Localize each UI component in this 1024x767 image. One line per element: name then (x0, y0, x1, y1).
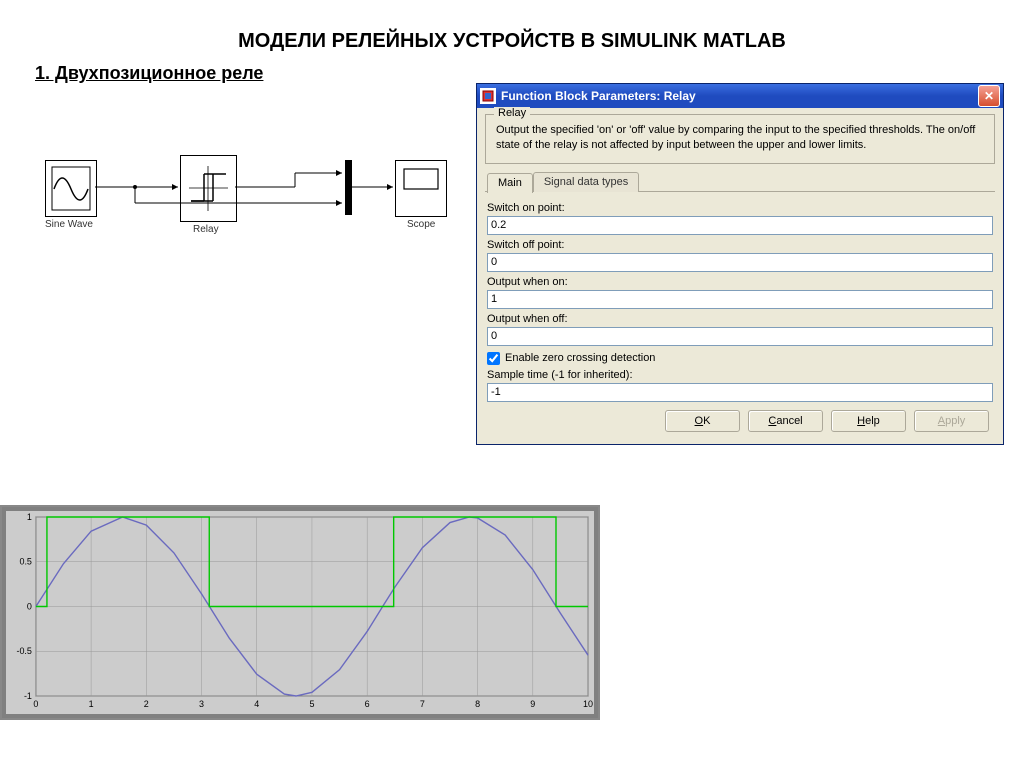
svg-text:-1: -1 (24, 691, 32, 701)
output-on-label: Output when on: (487, 276, 993, 288)
scope-block[interactable] (395, 160, 447, 217)
ok-button[interactable]: OK (665, 410, 740, 432)
switch-off-label: Switch off point: (487, 239, 993, 251)
groupbox-title: Relay (494, 107, 530, 119)
svg-text:0: 0 (33, 699, 38, 709)
svg-text:7: 7 (420, 699, 425, 709)
close-button[interactable]: ✕ (978, 85, 1000, 107)
close-icon: ✕ (984, 89, 994, 103)
tab-panel-main: Switch on point: Switch off point: Outpu… (485, 191, 995, 404)
svg-text:1: 1 (89, 699, 94, 709)
switch-on-label: Switch on point: (487, 202, 993, 214)
simulink-icon (480, 88, 496, 104)
tab-signal-data-types[interactable]: Signal data types (533, 172, 639, 192)
page-subtitle: 1. Двухпозиционное реле (0, 63, 1024, 84)
sample-time-label: Sample time (-1 for inherited): (487, 369, 993, 381)
sample-time-input[interactable] (487, 383, 993, 402)
simulink-diagram: Sine Wave Relay Scope (35, 135, 465, 295)
relay-block[interactable] (180, 155, 237, 222)
svg-text:2: 2 (144, 699, 149, 709)
svg-text:0.5: 0.5 (19, 557, 31, 567)
zero-crossing-checkbox[interactable] (487, 352, 500, 365)
svg-text:3: 3 (199, 699, 204, 709)
dialog-title: Function Block Parameters: Relay (501, 89, 696, 103)
relay-description: Output the specified 'on' or 'off' value… (496, 123, 984, 153)
output-off-label: Output when off: (487, 313, 993, 325)
svg-text:4: 4 (254, 699, 259, 709)
tab-main[interactable]: Main (487, 173, 533, 193)
switch-off-input[interactable] (487, 253, 993, 272)
relay-parameters-dialog: Function Block Parameters: Relay ✕ Relay… (476, 83, 1004, 445)
mux-block[interactable] (345, 160, 352, 215)
sine-wave-label: Sine Wave (45, 219, 93, 230)
svg-text:9: 9 (530, 699, 535, 709)
svg-text:8: 8 (475, 699, 480, 709)
relay-label: Relay (193, 224, 219, 235)
apply-button[interactable]: Apply (914, 410, 989, 432)
tab-bar: Main Signal data types (487, 172, 995, 192)
output-off-input[interactable] (487, 327, 993, 346)
sine-wave-block[interactable] (45, 160, 97, 217)
svg-text:-0.5: -0.5 (16, 646, 31, 656)
output-on-input[interactable] (487, 290, 993, 309)
svg-text:10: 10 (583, 699, 593, 709)
page-title: МОДЕЛИ РЕЛЕЙНЫХ УСТРОЙСТВ В SIMULINK MAT… (0, 0, 1024, 63)
cancel-button[interactable]: Cancel (748, 410, 823, 432)
relay-description-group: Relay Output the specified 'on' or 'off'… (485, 114, 995, 164)
dialog-titlebar[interactable]: Function Block Parameters: Relay ✕ (477, 84, 1003, 108)
scope-plot: -1-0.500.51012345678910 (0, 505, 600, 720)
svg-text:5: 5 (309, 699, 314, 709)
svg-text:6: 6 (365, 699, 370, 709)
switch-on-input[interactable] (487, 216, 993, 235)
zero-crossing-label: Enable zero crossing detection (505, 352, 655, 364)
svg-text:0: 0 (27, 601, 32, 611)
svg-text:1: 1 (27, 512, 32, 522)
scope-label: Scope (407, 219, 435, 230)
help-button[interactable]: Help (831, 410, 906, 432)
